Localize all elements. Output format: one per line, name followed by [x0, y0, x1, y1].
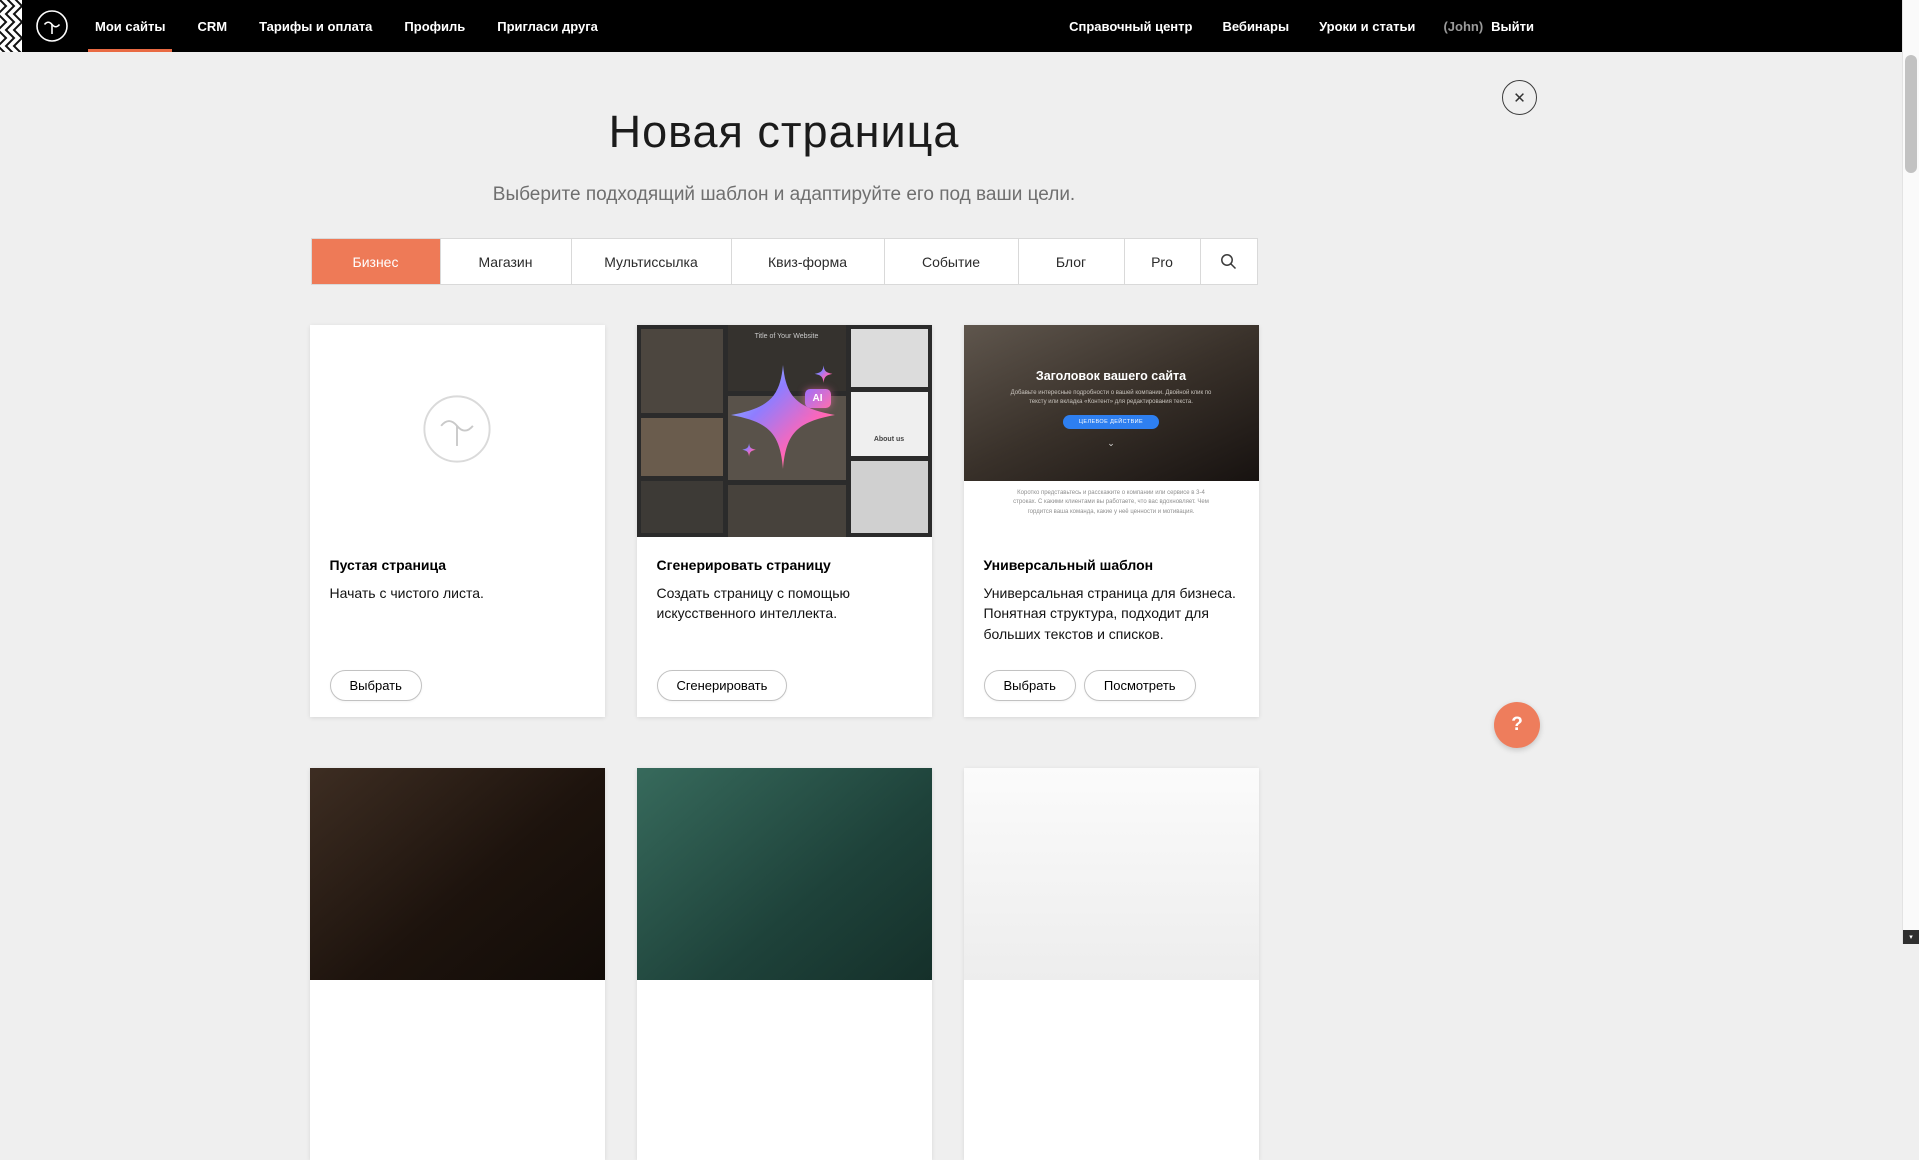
new-page-modal: ✕ Новая страница Выберите подходящий шаб… [0, 52, 1568, 1160]
mosaic-tile [641, 418, 723, 476]
page-title: Новая страница [0, 52, 1568, 158]
template-card-blank-page[interactable]: Пустая страница Начать с чистого листа. … [310, 325, 605, 717]
template-card-partial-3[interactable] [964, 768, 1259, 1160]
user-name: (John) [1443, 19, 1483, 34]
template-card-ai-generate[interactable]: Title of Your Website About us [637, 325, 932, 717]
card-title: Пустая страница [330, 557, 585, 573]
select-universal-button[interactable]: Выбрать [984, 670, 1076, 701]
tilda-watermark-icon [421, 393, 493, 470]
nav-item-profile[interactable]: Профиль [402, 0, 467, 52]
preview-body-text: Коротко представьтесь и расскажите о ком… [1013, 489, 1209, 517]
preview-universal-button[interactable]: Посмотреть [1084, 670, 1196, 701]
nav-item-my-sites[interactable]: Мои сайты [93, 0, 167, 52]
ai-sparkle-icon [721, 361, 847, 482]
ai-generate-preview: Title of Your Website About us [637, 325, 932, 537]
blank-page-preview [310, 325, 605, 537]
chevron-down-icon: ⌄ [964, 439, 1259, 448]
logout-link[interactable]: Выйти [1489, 19, 1536, 34]
mosaic-tile [641, 329, 723, 413]
scrollbar-track[interactable]: ▾ [1902, 0, 1919, 944]
preview-hero-title: Заголовок вашего сайта [964, 369, 1259, 383]
card-description: Создать страницу с помощью искусственног… [657, 583, 912, 624]
template-card-universal[interactable]: Заголовок вашего сайта Добавьте интересн… [964, 325, 1259, 717]
search-icon [1220, 253, 1237, 270]
card-description: Начать с чистого листа. [330, 583, 585, 603]
nav-item-help-center[interactable]: Справочный центр [1067, 19, 1194, 34]
tab-business[interactable]: Бизнес [312, 239, 441, 284]
zigzag-pattern-icon [0, 0, 22, 52]
close-glyph: ✕ [1513, 89, 1526, 107]
ai-badge: AI [805, 389, 831, 408]
mosaic-tile [851, 461, 928, 533]
scroll-down-icon[interactable]: ▾ [1903, 930, 1919, 944]
tab-multilink[interactable]: Мультиссылка [572, 239, 732, 284]
mosaic-tile-about: About us [851, 392, 928, 456]
tab-quiz-form[interactable]: Квиз-форма [732, 239, 885, 284]
mosaic-tile [728, 485, 846, 537]
card-description: Универсальная страница для бизнеса. Поня… [984, 583, 1239, 644]
template-card-partial-1[interactable] [310, 768, 605, 1160]
nav-item-lessons[interactable]: Уроки и статьи [1317, 19, 1417, 34]
template-card-partial-2[interactable] [637, 768, 932, 1160]
tab-event[interactable]: Событие [885, 239, 1019, 284]
template-preview-image [310, 768, 605, 980]
nav-item-tariffs[interactable]: Тарифы и оплата [257, 0, 374, 52]
template-preview-image [637, 768, 932, 980]
select-blank-button[interactable]: Выбрать [330, 670, 422, 701]
mosaic-tile [641, 481, 723, 533]
preview-cta-button: ЦЕЛЕВОЕ ДЕЙСТВИЕ [1063, 415, 1159, 429]
scrollbar-thumb[interactable] [1905, 55, 1917, 173]
top-navbar: Мои сайты CRM Тарифы и оплата Профиль Пр… [0, 0, 1919, 52]
tilda-logo-icon[interactable] [35, 9, 69, 43]
tab-shop[interactable]: Магазин [441, 239, 572, 284]
card-title: Сгенерировать страницу [657, 557, 912, 573]
template-cards-grid: Пустая страница Начать с чистого листа. … [310, 325, 1259, 1160]
tab-pro[interactable]: Pro [1125, 239, 1201, 284]
template-category-tabs: Бизнес Магазин Мультиссылка Квиз-форма С… [311, 238, 1258, 285]
tab-search[interactable] [1201, 239, 1257, 284]
generate-button[interactable]: Сгенерировать [657, 670, 788, 701]
help-icon[interactable]: ? [1494, 702, 1540, 748]
preview-hero-text: Добавьте интересные подробности о вашей … [1005, 389, 1217, 407]
mosaic-tile [851, 329, 928, 387]
nav-item-invite-friend[interactable]: Пригласи друга [495, 0, 600, 52]
nav-item-webinars[interactable]: Вебинары [1220, 19, 1291, 34]
card-title: Универсальный шаблон [984, 557, 1239, 573]
universal-template-preview: Заголовок вашего сайта Добавьте интересн… [964, 325, 1259, 537]
nav-item-crm[interactable]: CRM [195, 0, 229, 52]
tab-blog[interactable]: Блог [1019, 239, 1125, 284]
template-preview-image [964, 768, 1259, 980]
close-icon[interactable]: ✕ [1502, 80, 1537, 115]
page-subtitle: Выберите подходящий шаблон и адаптируйте… [0, 184, 1568, 206]
